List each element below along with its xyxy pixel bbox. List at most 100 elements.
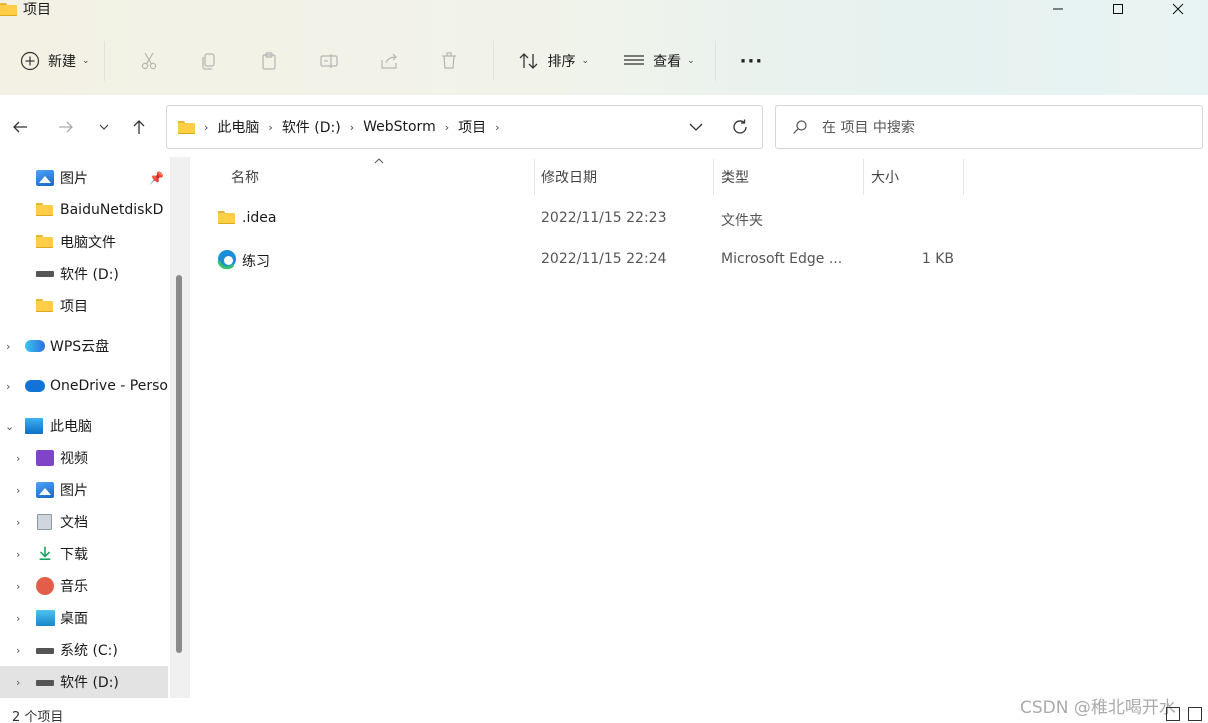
column-header-type[interactable]: 类型 — [721, 167, 749, 187]
sidebar-item-desktop[interactable]: › 桌面 — [0, 602, 170, 634]
breadcrumb-drive-d[interactable]: 软件 (D:) — [282, 117, 341, 137]
cut-button[interactable] — [119, 41, 179, 81]
close-icon — [1172, 3, 1184, 15]
sidebar-item-this-pc[interactable]: ⌄ 此电脑 — [0, 410, 170, 442]
chevron-right-icon[interactable]: › — [16, 612, 20, 625]
paste-button[interactable] — [239, 41, 299, 81]
copy-button[interactable] — [179, 41, 239, 81]
chevron-right-icon: › — [349, 120, 355, 134]
sidebar-item-label: 文档 — [60, 515, 88, 531]
chevron-right-icon[interactable]: › — [16, 548, 20, 561]
chevron-right-icon[interactable]: › — [6, 380, 10, 393]
sort-button[interactable]: 排序 ⌄ — [508, 41, 600, 81]
sidebar-item-computer-files[interactable]: 电脑文件 — [0, 226, 170, 258]
plus-circle-icon — [20, 51, 40, 71]
tiles-view-icon[interactable] — [1188, 707, 1202, 721]
file-type: Microsoft Edge ... — [721, 251, 843, 267]
sidebar-item-baidunetdisk[interactable]: BaiduNetdiskD — [0, 194, 170, 226]
chevron-right-icon: › — [268, 120, 273, 134]
sidebar-item-label: 软件 (D:) — [60, 267, 119, 283]
command-bar: 新建 ⌄ 排序 ⌄ 查看 ⌄ ··· — [0, 38, 1208, 84]
forward-button[interactable] — [54, 115, 78, 139]
column-divider[interactable] — [713, 159, 714, 195]
details-view-icon[interactable] — [1166, 707, 1180, 721]
drive-icon — [36, 680, 54, 686]
delete-button[interactable] — [419, 41, 479, 81]
sort-label: 排序 — [547, 54, 576, 70]
view-mode-toggle — [1166, 707, 1202, 721]
breadcrumb-webstorm[interactable]: WebStorm — [363, 119, 436, 135]
column-header-size[interactable]: 大小 — [871, 167, 899, 187]
file-list: 名称 修改日期 类型 大小 .idea 2022/11/15 22:23 文件夹… — [190, 157, 1208, 698]
sidebar-item-videos[interactable]: › 视频 — [0, 442, 170, 474]
chevron-right-icon[interactable]: › — [16, 580, 20, 593]
chevron-right-icon[interactable]: › — [16, 484, 20, 497]
maximize-button[interactable] — [1088, 0, 1148, 18]
sidebar-item-drive-d-quick[interactable]: 软件 (D:) — [0, 258, 170, 290]
chevron-right-icon[interactable]: › — [16, 676, 20, 689]
column-header-modified[interactable]: 修改日期 — [541, 167, 597, 187]
sidebar-item-documents[interactable]: › 文档 — [0, 506, 170, 538]
scissors-icon — [141, 52, 156, 70]
chevron-right-icon[interactable]: › — [16, 644, 20, 657]
breadcrumb-this-pc[interactable]: 此电脑 — [217, 117, 259, 137]
clipboard-icon — [261, 52, 276, 70]
scrollbar-thumb[interactable] — [176, 275, 182, 653]
documents-icon — [37, 514, 52, 530]
sidebar-item-drive-d[interactable]: › 软件 (D:) — [0, 666, 168, 698]
sidebar-item-pictures-pinned[interactable]: 图片 📌 — [0, 162, 170, 194]
new-button[interactable]: 新建 ⌄ — [20, 51, 90, 71]
column-header-name[interactable]: 名称 — [231, 167, 259, 187]
wps-cloud-icon — [25, 340, 45, 352]
file-size: 1 KB — [921, 251, 954, 267]
sidebar-item-wps-cloud[interactable]: › WPS云盘 — [0, 330, 170, 362]
window-controls — [1028, 0, 1208, 18]
sidebar-item-drive-c[interactable]: › 系统 (C:) — [0, 634, 170, 666]
file-row-idea[interactable]: .idea 2022/11/15 22:23 文件夹 — [190, 198, 1208, 238]
toolbar-divider — [103, 41, 105, 81]
view-list-icon — [624, 55, 645, 65]
search-box[interactable]: 在 项目 中搜索 — [775, 105, 1203, 149]
sidebar-item-downloads[interactable]: › 下载 — [0, 538, 170, 570]
sidebar-item-pictures[interactable]: › 图片 — [0, 474, 170, 506]
more-options-button[interactable]: ··· — [730, 41, 774, 81]
back-button[interactable] — [8, 115, 32, 139]
chevron-right-icon: › — [495, 120, 500, 134]
column-divider[interactable] — [963, 159, 964, 195]
sidebar-item-label: 音乐 — [60, 579, 88, 595]
file-name: .idea — [242, 210, 277, 226]
recent-locations-button[interactable] — [92, 115, 116, 139]
search-icon — [793, 120, 807, 134]
view-button[interactable]: 查看 ⌄ — [613, 41, 705, 81]
column-divider[interactable] — [534, 159, 535, 195]
column-divider[interactable] — [863, 159, 864, 195]
file-name: 练习 — [242, 254, 270, 270]
chevron-down-icon[interactable]: ⌄ — [5, 420, 14, 433]
chevron-right-icon[interactable]: › — [6, 340, 10, 353]
close-button[interactable] — [1148, 0, 1208, 18]
folder-icon — [36, 203, 54, 219]
address-bar[interactable]: › 此电脑 › 软件 (D:) › WebStorm › 项目 › — [166, 105, 763, 149]
share-button[interactable] — [359, 41, 419, 81]
address-actions — [674, 106, 762, 148]
videos-icon — [36, 450, 54, 466]
address-history-button[interactable] — [674, 106, 718, 148]
rename-button[interactable] — [299, 41, 359, 81]
sidebar-item-project[interactable]: 项目 — [0, 290, 170, 322]
minimize-button[interactable] — [1028, 0, 1088, 18]
file-row-practice[interactable]: 练习 2022/11/15 22:24 Microsoft Edge ... 1… — [190, 239, 1208, 279]
folder-icon — [36, 235, 54, 251]
toolbar-divider — [714, 41, 716, 81]
sidebar-item-onedrive[interactable]: › OneDrive - Perso — [0, 370, 170, 402]
chevron-down-icon — [689, 123, 703, 131]
arrow-left-icon — [13, 121, 27, 133]
sidebar-item-music[interactable]: › 音乐 — [0, 570, 170, 602]
chevron-right-icon[interactable]: › — [16, 516, 20, 529]
sidebar-scrollbar[interactable] — [170, 157, 190, 698]
chevron-right-icon[interactable]: › — [16, 452, 20, 465]
refresh-button[interactable] — [718, 106, 762, 148]
title-bar: 项目 新建 ⌄ 排序 ⌄ 查看 ⌄ ··· — [0, 0, 1208, 95]
up-button[interactable] — [127, 115, 151, 139]
breadcrumb-project[interactable]: 项目 — [458, 117, 486, 137]
arrow-right-icon — [59, 121, 73, 133]
